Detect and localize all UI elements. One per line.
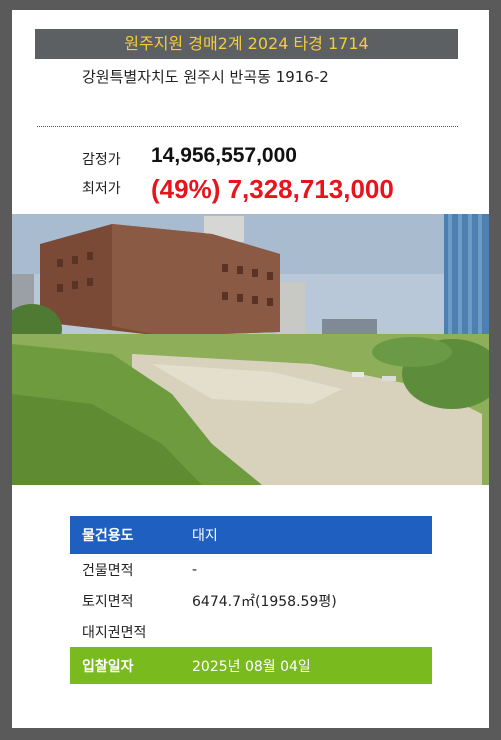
land-right-row: 대지권면적 <box>70 616 432 647</box>
case-title: 원주지원 경매2계 2024 타경 1714 <box>35 29 458 59</box>
building-area-value: - <box>192 561 198 578</box>
land-area-value: 6474.7㎡(1958.59평) <box>192 593 337 610</box>
usage-label: 물건용도 <box>82 528 134 544</box>
minimum-price-label: 최저가 <box>82 181 121 197</box>
appraisal-value: 14,956,557,000 <box>151 144 297 167</box>
property-address: 강원특별자치도 원주시 반곡동 1916-2 <box>82 68 329 86</box>
usage-row: 물건용도 대지 <box>70 516 432 554</box>
property-photo <box>12 214 489 485</box>
building-area-label: 건물면적 <box>82 562 134 579</box>
usage-value: 대지 <box>192 528 218 544</box>
dotted-divider <box>37 126 458 127</box>
appraisal-label: 감정가 <box>82 152 121 168</box>
building-area-row: 건물면적 - <box>70 554 432 585</box>
property-details: 물건용도 대지 건물면적 - 토지면적 6474.7㎡(1958.59평) 대지… <box>70 516 432 684</box>
bid-date-row: 입찰일자 2025년 08월 04일 <box>70 647 432 684</box>
land-area-row: 토지면적 6474.7㎡(1958.59평) <box>70 585 432 616</box>
land-right-label: 대지권면적 <box>82 624 147 641</box>
bid-date-label: 입찰일자 <box>82 658 134 675</box>
bid-date-value: 2025년 08월 04일 <box>192 658 311 675</box>
land-area-label: 토지면적 <box>82 593 134 610</box>
auction-card: 원주지원 경매2계 2024 타경 1714 강원특별자치도 원주시 반곡동 1… <box>12 10 489 728</box>
minimum-price-value: (49%) 7,328,713,000 <box>151 174 394 204</box>
